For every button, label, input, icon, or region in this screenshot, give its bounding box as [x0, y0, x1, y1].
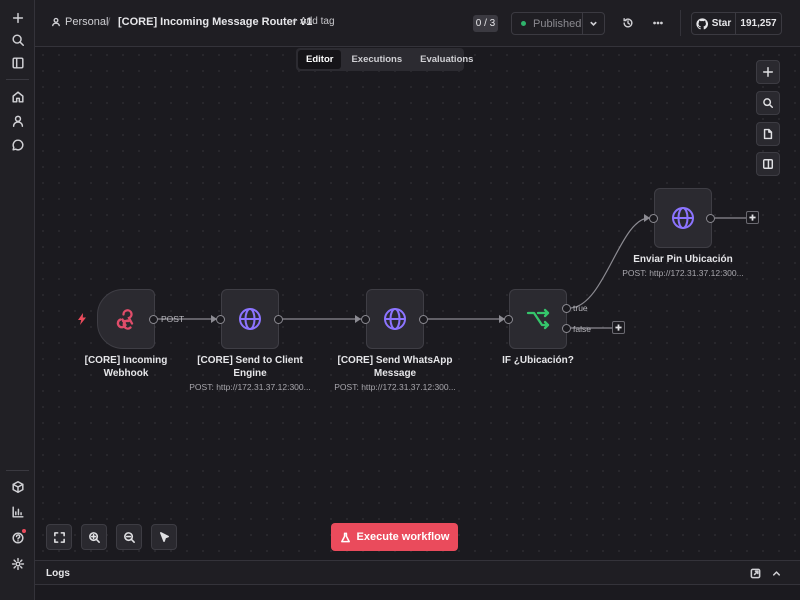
logs-panel-bar[interactable]: Logs: [35, 560, 800, 585]
input-handle[interactable]: [649, 214, 658, 223]
globe-icon: [672, 207, 694, 229]
add-tag-button[interactable]: + Add tag: [292, 16, 335, 27]
header-divider: [680, 10, 681, 36]
node-title-send-whatsapp: [CORE] Send WhatsApp Message: [337, 355, 453, 379]
output-handle[interactable]: [149, 315, 158, 324]
select-tool-button[interactable]: [151, 524, 177, 550]
node-subtitle-enviar-pin: POST: http://172.31.37.12:300...: [622, 268, 744, 278]
output-handle[interactable]: [419, 315, 428, 324]
node-title-send-client: [CORE] Send to Client Engine: [197, 355, 303, 379]
logs-title: Logs: [46, 568, 70, 579]
github-icon: [696, 17, 708, 29]
cursor-icon: [159, 531, 169, 542]
node-title-enviar-pin: Enviar Pin Ubicación: [633, 254, 733, 265]
globe-icon: [384, 308, 406, 330]
chevron-down-icon[interactable]: [582, 13, 604, 34]
home-icon[interactable]: [7, 86, 28, 107]
top-header: Personal / [CORE] Incoming Message Route…: [35, 0, 800, 47]
edge-label-false: false: [573, 324, 591, 334]
published-status-dot: [521, 21, 526, 26]
zoom-in-button[interactable]: [81, 524, 107, 550]
notification-dot: [22, 529, 26, 533]
input-handle[interactable]: [216, 315, 225, 324]
node-title-if: IF ¿Ubicación?: [502, 355, 574, 366]
node-if-ubicacion[interactable]: [509, 289, 567, 349]
user-icon[interactable]: [7, 110, 28, 131]
input-handle[interactable]: [504, 315, 513, 324]
flask-icon: [340, 532, 350, 542]
github-star-count: 191,257: [740, 18, 777, 29]
output-handle-true[interactable]: [562, 304, 571, 313]
user-icon: [52, 17, 60, 27]
collapse-sidebar-icon[interactable]: [7, 52, 28, 73]
chat-icon[interactable]: [7, 134, 28, 155]
edge-label-true: true: [573, 303, 588, 313]
insights-icon[interactable]: [7, 501, 28, 522]
rail-divider: [6, 79, 29, 80]
workflow-canvas[interactable]: Editor Executions Evaluations POST [CORE…: [35, 47, 800, 560]
pop-out-icon[interactable]: [749, 567, 761, 579]
input-handle[interactable]: [361, 315, 370, 324]
edge-label-post: POST: [161, 314, 185, 324]
execute-workflow-label: Execute workflow: [356, 531, 450, 543]
zoom-in-icon: [88, 531, 100, 543]
output-handle[interactable]: [274, 315, 283, 324]
node-subtitle-send-client: POST: http://172.31.37.12:300...: [189, 382, 311, 392]
version-counter-badge[interactable]: 0 / 3: [473, 15, 498, 32]
add-icon[interactable]: [7, 7, 28, 28]
workflow-title[interactable]: [CORE] Incoming Message Router v1: [118, 16, 312, 28]
zoom-out-button[interactable]: [116, 524, 142, 550]
settings-gear-icon[interactable]: [7, 553, 28, 574]
publish-status-label: Published: [533, 17, 582, 30]
execute-workflow-button[interactable]: Execute workflow: [331, 523, 458, 551]
add-node-after-false-button[interactable]: [612, 321, 625, 334]
node-title-webhook: [CORE] Incoming Webhook: [84, 355, 168, 379]
github-star-button[interactable]: Star 191,257: [691, 12, 782, 35]
plus-icon: [749, 214, 756, 221]
breadcrumb-workspace[interactable]: Personal: [51, 16, 108, 28]
fit-view-icon: [53, 531, 65, 543]
globe-icon: [239, 308, 261, 330]
workspace-name: Personal: [65, 16, 109, 28]
search-icon[interactable]: [7, 29, 28, 50]
fit-view-button[interactable]: [46, 524, 72, 550]
help-icon[interactable]: [7, 527, 28, 548]
app-root: Personal / [CORE] Incoming Message Route…: [0, 0, 800, 600]
more-options-icon[interactable]: [650, 15, 666, 31]
webhook-icon: [116, 309, 134, 330]
node-enviar-pin-ubicacion[interactable]: [654, 188, 712, 248]
node-incoming-webhook[interactable]: [97, 289, 155, 349]
branch-icon: [526, 308, 550, 330]
trigger-bolt-icon: [77, 312, 87, 330]
history-icon[interactable]: [620, 15, 636, 31]
node-send-client-engine[interactable]: [221, 289, 279, 349]
chevron-up-icon[interactable]: [770, 567, 782, 579]
output-handle-false[interactable]: [562, 324, 571, 333]
zoom-out-icon: [123, 531, 135, 543]
node-subtitle-send-whatsapp: POST: http://172.31.37.12:300...: [334, 382, 456, 392]
add-node-after-enviar-pin-button[interactable]: [746, 211, 759, 224]
plus-icon: [615, 324, 622, 331]
templates-icon[interactable]: [7, 476, 28, 497]
github-star-label: Star: [711, 18, 732, 29]
rail-divider-bottom: [6, 470, 29, 471]
breadcrumb-separator: /: [107, 15, 111, 29]
left-sidebar: [0, 0, 35, 600]
node-send-whatsapp[interactable]: [366, 289, 424, 349]
publish-status-button[interactable]: Published: [511, 12, 605, 35]
output-handle[interactable]: [706, 214, 715, 223]
